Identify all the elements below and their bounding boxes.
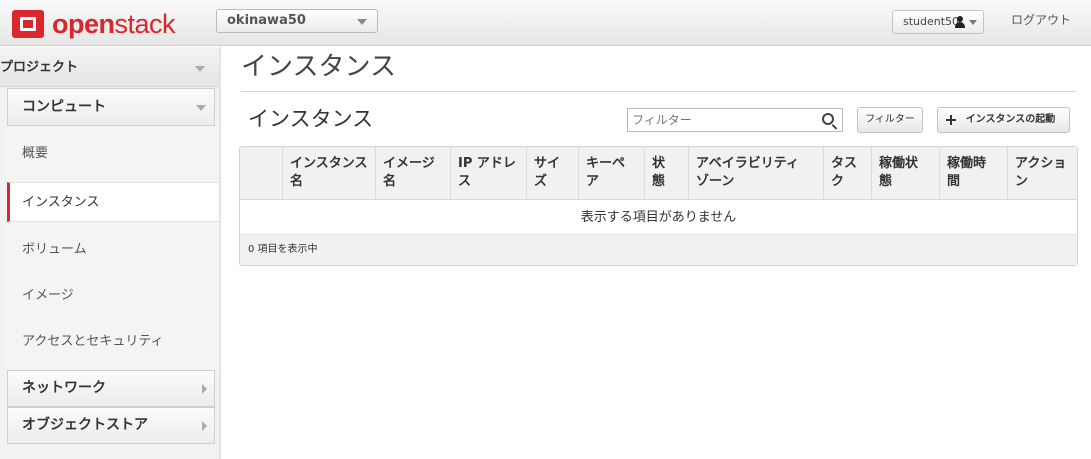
sidebar-group-label: ネットワーク bbox=[22, 380, 106, 396]
launch-instance-button[interactable]: インスタンスの起動 bbox=[937, 107, 1070, 133]
select-column-header[interactable] bbox=[240, 147, 282, 200]
column-header[interactable]: インスタンス名 bbox=[282, 147, 375, 200]
table-footer-count: 0 項目を表示中 bbox=[240, 235, 1077, 265]
logo-text: openstack bbox=[52, 9, 176, 39]
sidebar-project-header[interactable]: プロジェクト bbox=[0, 47, 219, 87]
logout-link[interactable]: ログアウト bbox=[1011, 11, 1071, 28]
sidebar-group-compute[interactable]: コンピュート bbox=[7, 88, 215, 126]
sidebar-project-label: プロジェクト bbox=[0, 60, 79, 75]
sidebar: プロジェクト コンピュート 概要 インスタンス ボリューム イメージ アクセスと… bbox=[0, 47, 219, 459]
sidebar-item-instances[interactable]: インスタンス bbox=[7, 182, 219, 222]
sidebar-item-overview[interactable]: 概要 bbox=[7, 134, 219, 174]
sidebar-group-network[interactable]: ネットワーク bbox=[7, 370, 215, 407]
column-header[interactable]: タスク bbox=[823, 147, 871, 200]
page-title: インスタンス bbox=[241, 52, 396, 82]
sidebar-compute-links: 概要 インスタンス ボリューム イメージ アクセスとセキュリティ bbox=[7, 126, 219, 370]
chevron-down-icon bbox=[196, 105, 206, 111]
chevron-down-icon bbox=[969, 20, 977, 25]
instances-table: インスタンス名 イメージ名 IP アドレス サイズ キーペア 状態 アベイラビリ… bbox=[239, 146, 1078, 266]
chevron-right-icon bbox=[202, 421, 207, 431]
chevron-down-icon bbox=[195, 66, 205, 72]
username: student50 bbox=[903, 15, 960, 28]
user-menu[interactable]: student50 bbox=[892, 10, 984, 34]
column-header[interactable]: イメージ名 bbox=[375, 147, 450, 200]
column-header[interactable]: アベイラビリティ ゾーン bbox=[688, 147, 823, 200]
column-header[interactable]: 稼働時間 bbox=[939, 147, 1007, 200]
user-icon bbox=[955, 16, 965, 28]
table-title: インスタンス bbox=[248, 107, 374, 131]
column-header[interactable]: サイズ bbox=[526, 147, 578, 200]
chevron-right-icon bbox=[202, 384, 207, 394]
sidebar-group-label: コンピュート bbox=[22, 99, 106, 115]
openstack-logo-icon bbox=[10, 9, 46, 39]
sidebar-item-access-security[interactable]: アクセスとセキュリティ bbox=[7, 322, 219, 362]
header-divider bbox=[241, 91, 1077, 92]
sidebar-item-images[interactable]: イメージ bbox=[7, 276, 219, 316]
column-header[interactable]: 状態 bbox=[644, 147, 688, 200]
search-icon[interactable] bbox=[822, 113, 840, 131]
column-header[interactable]: アクション bbox=[1007, 147, 1077, 200]
project-switcher[interactable]: okinawa50 bbox=[216, 9, 378, 33]
chevron-down-icon bbox=[357, 19, 367, 25]
filter-input[interactable] bbox=[627, 108, 843, 132]
sidebar-item-volumes[interactable]: ボリューム bbox=[7, 230, 219, 270]
project-name: okinawa50 bbox=[227, 13, 306, 28]
launch-instance-label: インスタンスの起動 bbox=[965, 114, 1056, 125]
column-header[interactable]: 稼働状態 bbox=[871, 147, 939, 200]
filter-button[interactable]: フィルター bbox=[857, 107, 923, 133]
sidebar-group-label: オブジェクトストア bbox=[22, 417, 148, 433]
openstack-logo[interactable]: openstack bbox=[10, 9, 176, 39]
column-header[interactable]: IP アドレス bbox=[450, 147, 526, 200]
empty-table-message: 表示する項目がありません bbox=[240, 200, 1077, 235]
sidebar-group-object-store[interactable]: オブジェクトストア bbox=[7, 407, 215, 444]
table-header: インスタンス名 イメージ名 IP アドレス サイズ キーペア 状態 アベイラビリ… bbox=[240, 147, 1077, 200]
sidebar-divider bbox=[219, 47, 221, 459]
column-header[interactable]: キーペア bbox=[578, 147, 644, 200]
top-navbar: openstack okinawa50 student50 ログアウト bbox=[0, 0, 1091, 46]
plus-icon bbox=[946, 115, 956, 125]
